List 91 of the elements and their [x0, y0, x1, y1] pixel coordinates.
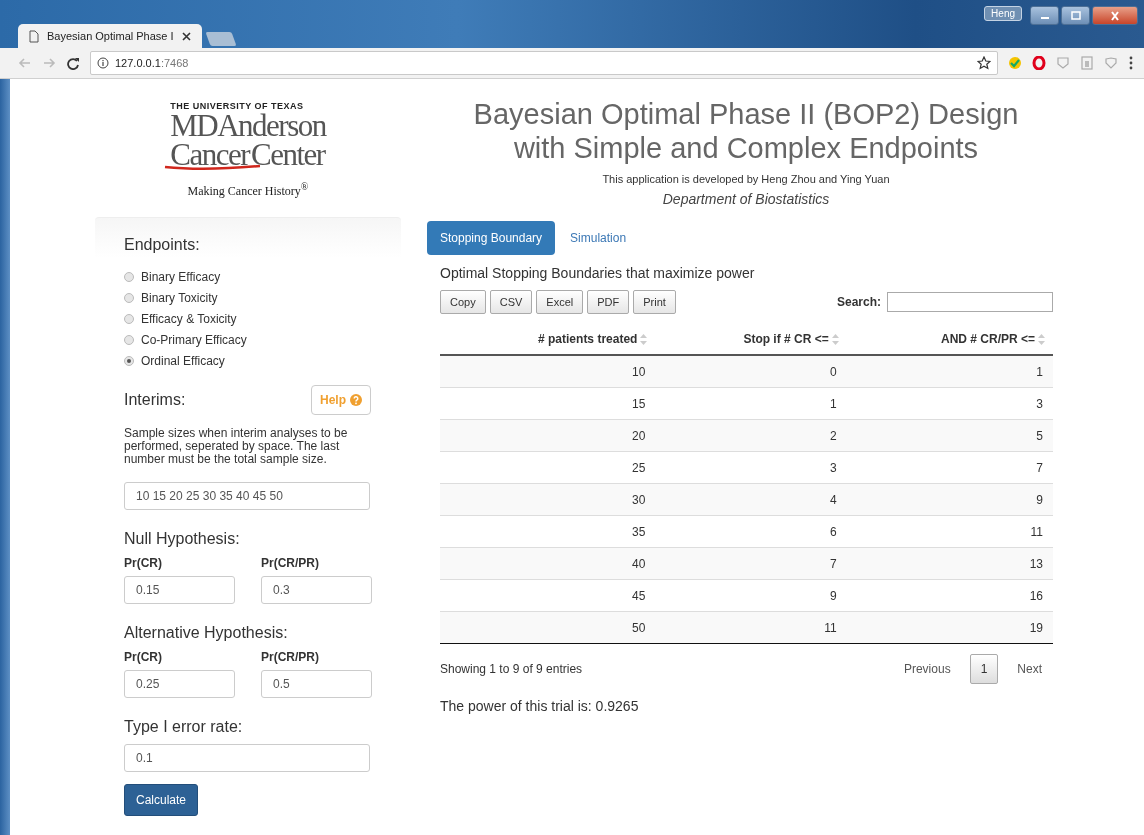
logo: THE UNIVERSITY OF TEXAS MDAnderson CancerCenter [170, 101, 326, 169]
power-result: The power of this trial is: 0.9265 [440, 698, 640, 714]
radio-option[interactable]: Binary Efficacy [124, 266, 221, 287]
close-icon[interactable] [180, 30, 192, 42]
section-heading: Endpoints: [124, 236, 201, 254]
opera-icon[interactable] [1032, 56, 1046, 70]
tab[interactable]: Stopping Boundary [427, 221, 556, 255]
close-window-button[interactable] [1092, 6, 1138, 25]
table-cell: 9 [846, 483, 1053, 516]
export-button[interactable]: PDF [587, 290, 630, 314]
input-field[interactable]: 10 15 20 25 30 35 40 45 50 [124, 482, 370, 510]
section-heading: Type I error rate: [124, 718, 244, 736]
table-cell: 7 [655, 547, 847, 580]
shield-icon[interactable] [1056, 56, 1070, 70]
table-cell: 30 [440, 483, 656, 516]
page-button[interactable]: 1 [969, 654, 999, 684]
export-button[interactable]: Excel [536, 290, 584, 314]
table-cell: 10 [440, 355, 656, 388]
search-field[interactable] [887, 292, 1053, 312]
pocket-icon[interactable] [1104, 56, 1118, 70]
extension-icon[interactable] [1080, 56, 1094, 70]
section-heading: Alternative Hypothesis: [124, 624, 289, 642]
calculate-button[interactable]: Calculate [124, 784, 199, 816]
table-cell: 2 [655, 419, 847, 452]
radio-button[interactable] [124, 334, 134, 345]
table-cell: 5 [846, 419, 1053, 452]
table-cell: 4 [655, 483, 847, 516]
new-tab-button[interactable] [205, 32, 237, 46]
input-field[interactable]: 0.15 [124, 576, 235, 604]
field-label: Pr(CR) [124, 556, 163, 570]
section-heading: Null Hypothesis: [124, 530, 241, 548]
previous-button[interactable]: Previous [892, 654, 962, 684]
table-cell: 40 [440, 547, 656, 580]
page-icon [28, 29, 40, 43]
department-name: Department of Biostatistics [662, 191, 830, 207]
radio-button[interactable] [124, 355, 134, 366]
search-label: Search: [836, 295, 881, 309]
radio-button[interactable] [124, 271, 134, 282]
logo-tagline: Making Cancer History$^{®}$ [187, 181, 309, 199]
export-button[interactable]: Copy [440, 290, 486, 314]
input-field[interactable]: 0.5 [261, 670, 372, 698]
help-text: Sample sizes when interim analyses to be performed, seperated by space. The last number must be the total sample size. [124, 427, 349, 466]
table-cell: 13 [846, 547, 1053, 580]
extension-icon[interactable] [1008, 56, 1022, 70]
subtitle: This application is developed by Heng Zhou and Ying Yuan [602, 173, 890, 185]
field-label: Pr(CR) [124, 650, 163, 664]
input-field[interactable]: 0.1 [124, 744, 370, 772]
table-cell: 0 [655, 355, 847, 388]
section-heading: Interims: [124, 391, 186, 409]
table-title: Optimal Stopping Boundaries that maximize power [440, 265, 756, 281]
table-info: Showing 1 to 9 of 9 entries [440, 662, 583, 676]
input-field[interactable]: 0.25 [124, 670, 235, 698]
star-icon[interactable] [977, 56, 991, 70]
field-label: Pr(CR/PR) [261, 650, 320, 664]
page-title: with Simple and Complex Endpoints [513, 131, 979, 165]
sort-icon[interactable] [1038, 333, 1045, 345]
close-window-icon [1109, 10, 1121, 21]
menu-icon[interactable] [1128, 56, 1134, 70]
export-button[interactable]: Print [633, 290, 676, 314]
url-text: :7468 [160, 57, 189, 69]
address-bar[interactable]: 127.0.0.1:7468 [90, 51, 998, 75]
browser-tab[interactable]: Bayesian Optimal Phase I [18, 24, 202, 48]
radio-option[interactable]: Efficacy & Toxicity [124, 308, 237, 329]
radio-button[interactable] [124, 292, 134, 303]
url-text: 127.0.0.1 [115, 57, 161, 69]
radio-option[interactable]: Binary Toxicity [124, 287, 218, 308]
radio-option[interactable]: Co-Primary Efficacy [124, 329, 247, 350]
table-cell: 11 [655, 611, 847, 644]
maximize-button[interactable] [1061, 6, 1090, 25]
sort-icon[interactable] [831, 333, 839, 345]
next-button[interactable]: Next [1006, 654, 1053, 684]
table-cell: 50 [440, 611, 656, 644]
tab[interactable]: Simulation [557, 221, 640, 255]
table-cell: 20 [440, 419, 656, 452]
back-icon[interactable] [18, 57, 32, 69]
forward-icon[interactable] [42, 57, 56, 69]
table-cell: 1 [846, 355, 1053, 388]
field-label: Pr(CR/PR) [261, 556, 320, 570]
maximize-icon [1069, 10, 1082, 21]
reload-icon[interactable] [66, 56, 80, 70]
minimize-button[interactable] [1030, 6, 1059, 25]
minimize-icon [1040, 17, 1049, 19]
sort-icon[interactable] [640, 333, 648, 345]
radio-option[interactable]: Ordinal Efficacy [124, 350, 225, 371]
table-cell: 19 [846, 611, 1053, 644]
question-icon [350, 394, 362, 406]
page-title: Bayesian Optimal Phase II (BOP2) Design [473, 97, 1019, 131]
radio-button[interactable] [124, 313, 134, 324]
info-icon[interactable] [97, 57, 109, 69]
export-button[interactable]: CSV [489, 290, 533, 314]
input-field[interactable]: 0.3 [261, 576, 372, 604]
